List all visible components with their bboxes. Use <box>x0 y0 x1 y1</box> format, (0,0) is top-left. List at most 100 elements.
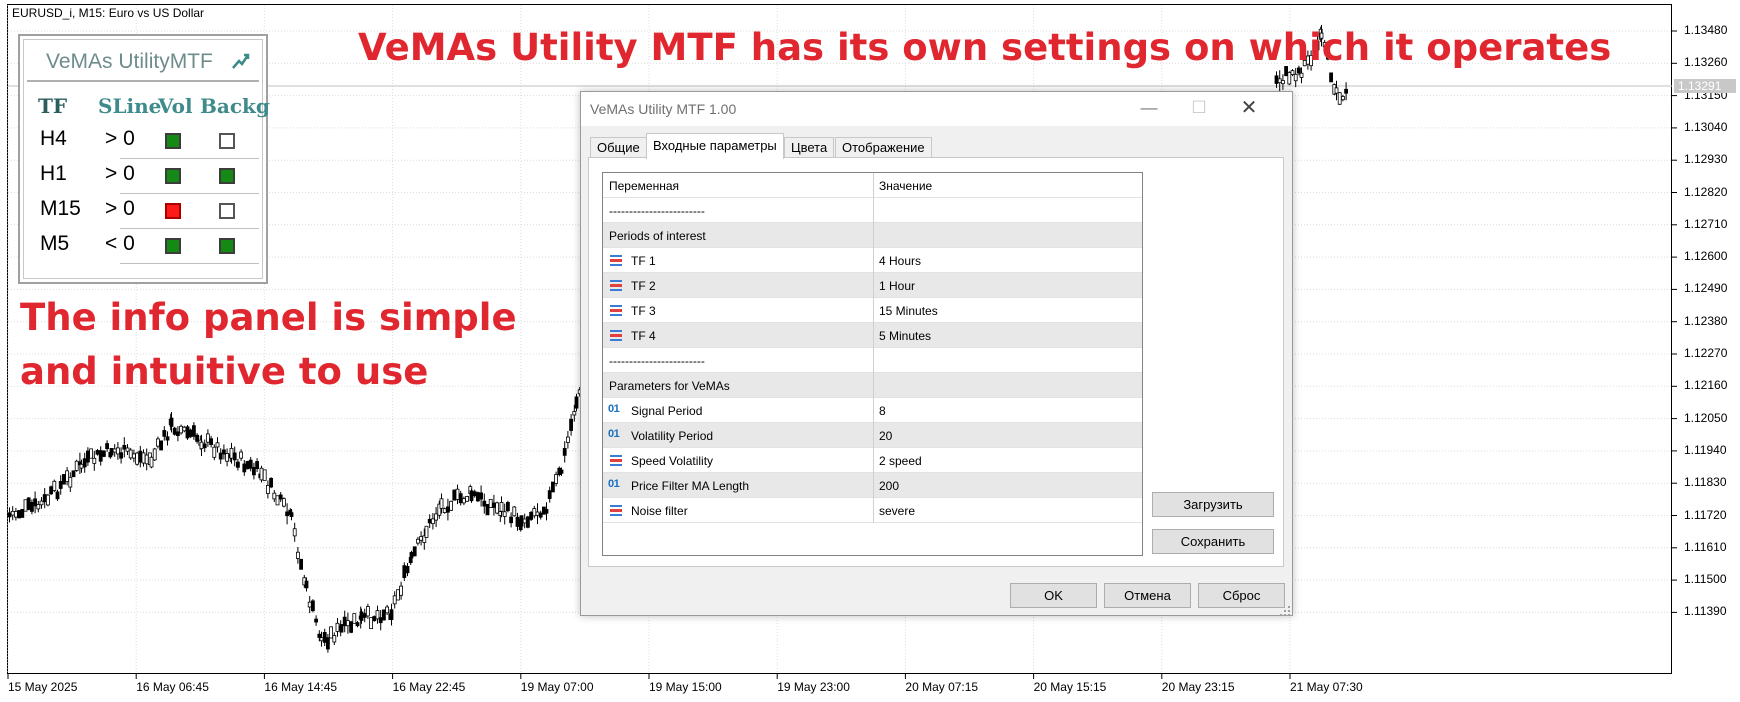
candle-body <box>218 452 223 460</box>
candle-body <box>109 448 114 456</box>
parameter-row[interactable]: ------------------------ <box>603 198 1142 223</box>
parameter-row[interactable]: Periods of interest <box>603 223 1142 248</box>
candle-body <box>355 622 360 627</box>
dialog-titlebar[interactable]: VeMAs Utility MTF 1.00 — ☐ ✕ <box>581 92 1292 126</box>
candle-body <box>144 454 149 465</box>
reset-button[interactable]: Сброс <box>1198 583 1285 608</box>
candle-body <box>86 450 90 463</box>
candle-body <box>472 491 477 497</box>
candle-body <box>55 491 60 500</box>
maximize-icon[interactable]: ☐ <box>1184 96 1214 120</box>
candle-body <box>439 498 444 509</box>
parameter-row[interactable]: ------------------------ <box>603 348 1142 373</box>
column-header-value[interactable]: Значение <box>879 179 932 193</box>
parameter-value[interactable]: 15 Minutes <box>879 304 938 318</box>
parameter-name: Signal Period <box>631 404 703 418</box>
load-button[interactable]: Загрузить <box>1152 492 1274 517</box>
cancel-button[interactable]: Отмена <box>1104 583 1191 608</box>
candle-body <box>265 485 270 494</box>
time-tick-label: 19 May 07:00 <box>520 680 594 694</box>
candle-body <box>169 417 174 427</box>
column-separator <box>873 323 874 348</box>
price-tick-label: 1.12380 <box>1684 313 1728 328</box>
tab-colors[interactable]: Цвета <box>784 137 835 158</box>
candle-body <box>342 616 347 627</box>
candle-body <box>17 510 22 519</box>
parameter-value[interactable]: 5 Minutes <box>879 329 931 343</box>
candle-body <box>392 595 397 605</box>
candle-body <box>215 442 220 448</box>
candle-body <box>202 443 207 449</box>
candle-body <box>125 447 130 452</box>
column-header-variable[interactable]: Переменная <box>609 179 679 193</box>
candle-body <box>482 500 487 507</box>
parameter-value[interactable]: 8 <box>879 404 886 418</box>
candle-body <box>1293 73 1298 82</box>
save-button[interactable]: Сохранить <box>1152 529 1274 554</box>
parameter-row[interactable]: Speed Volatility 2 speed <box>603 448 1142 473</box>
panel-row-sline: > 0 <box>105 162 135 185</box>
resize-grip-icon[interactable] <box>1280 603 1290 616</box>
candle-body <box>322 632 327 643</box>
candle-body <box>235 461 240 468</box>
candle-body <box>389 609 394 620</box>
parameter-row[interactable]: 01 Signal Period 8 <box>603 398 1142 423</box>
price-tick-label: 1.13040 <box>1684 119 1728 134</box>
candle-body <box>566 436 570 443</box>
candle-body <box>469 490 474 502</box>
parameter-value[interactable]: severe <box>879 504 915 518</box>
candle-body <box>554 474 558 484</box>
parameter-value[interactable]: 20 <box>879 429 892 443</box>
candle-body <box>409 551 414 559</box>
tab-general[interactable]: Общие <box>590 137 647 158</box>
candle-body <box>138 450 143 463</box>
candle-body <box>562 447 567 456</box>
candle-body <box>152 448 157 461</box>
parameter-value[interactable]: 200 <box>879 479 899 493</box>
parameter-row[interactable]: Parameters for VeMAs <box>603 373 1142 398</box>
candle-body <box>572 411 577 416</box>
candle-body <box>1344 88 1348 94</box>
candle-body <box>29 501 34 512</box>
candle-body <box>272 492 277 500</box>
candle-body <box>415 538 420 544</box>
parameter-name: TF 1 <box>631 254 656 268</box>
annotation-top: VeMAs Utility MTF has its own settings o… <box>358 26 1612 69</box>
candle-body <box>1281 80 1285 85</box>
parameter-row[interactable]: 01 Price Filter MA Length 200 <box>603 473 1142 498</box>
parameter-row[interactable]: 01 Volatility Period 20 <box>603 423 1142 448</box>
parameter-value[interactable]: 4 Hours <box>879 254 921 268</box>
column-separator <box>873 398 874 423</box>
tab-input-parameters[interactable]: Входные параметры <box>646 133 784 159</box>
parameter-row[interactable]: TF 4 5 Minutes <box>603 323 1142 348</box>
candle-body <box>82 458 87 468</box>
parameter-value[interactable]: 1 Hour <box>879 279 915 293</box>
minimize-icon[interactable]: — <box>1134 96 1164 120</box>
candle-body <box>1274 75 1279 84</box>
time-tick-label: 20 May 15:15 <box>1033 680 1107 694</box>
parameters-grid[interactable]: Переменная Значение --------------------… <box>602 172 1143 556</box>
tab-display[interactable]: Отображение <box>835 137 932 158</box>
column-separator <box>873 348 874 373</box>
parameter-value[interactable]: 2 speed <box>879 454 922 468</box>
annotation-left-line1: The info panel is simple <box>20 296 517 339</box>
close-icon[interactable]: ✕ <box>1234 96 1264 120</box>
price-tick-label: 1.11830 <box>1684 475 1727 490</box>
price-tick-label: 1.13480 <box>1684 23 1728 37</box>
header-backg: Backg <box>200 94 270 118</box>
candle-body <box>424 525 429 538</box>
candle-body <box>529 512 533 520</box>
candle-body <box>269 477 274 488</box>
chart-symbol-label: EURUSD_i, M15: Euro vs US Dollar <box>12 6 205 20</box>
price-tick-label: 1.11610 <box>1684 539 1727 554</box>
parameter-row[interactable]: TF 1 4 Hours <box>603 248 1142 273</box>
ok-button[interactable]: OK <box>1010 583 1097 608</box>
candle-body <box>335 622 340 632</box>
candle-body <box>185 426 190 439</box>
parameter-row[interactable]: Noise filter severe <box>603 498 1142 523</box>
parameter-row[interactable]: TF 2 1 Hour <box>603 273 1142 298</box>
panel-row-tf: M5 <box>40 232 70 255</box>
int-icon: 01 <box>608 478 620 490</box>
parameter-name: Speed Volatility <box>631 454 714 468</box>
parameter-row[interactable]: TF 3 15 Minutes <box>603 298 1142 323</box>
